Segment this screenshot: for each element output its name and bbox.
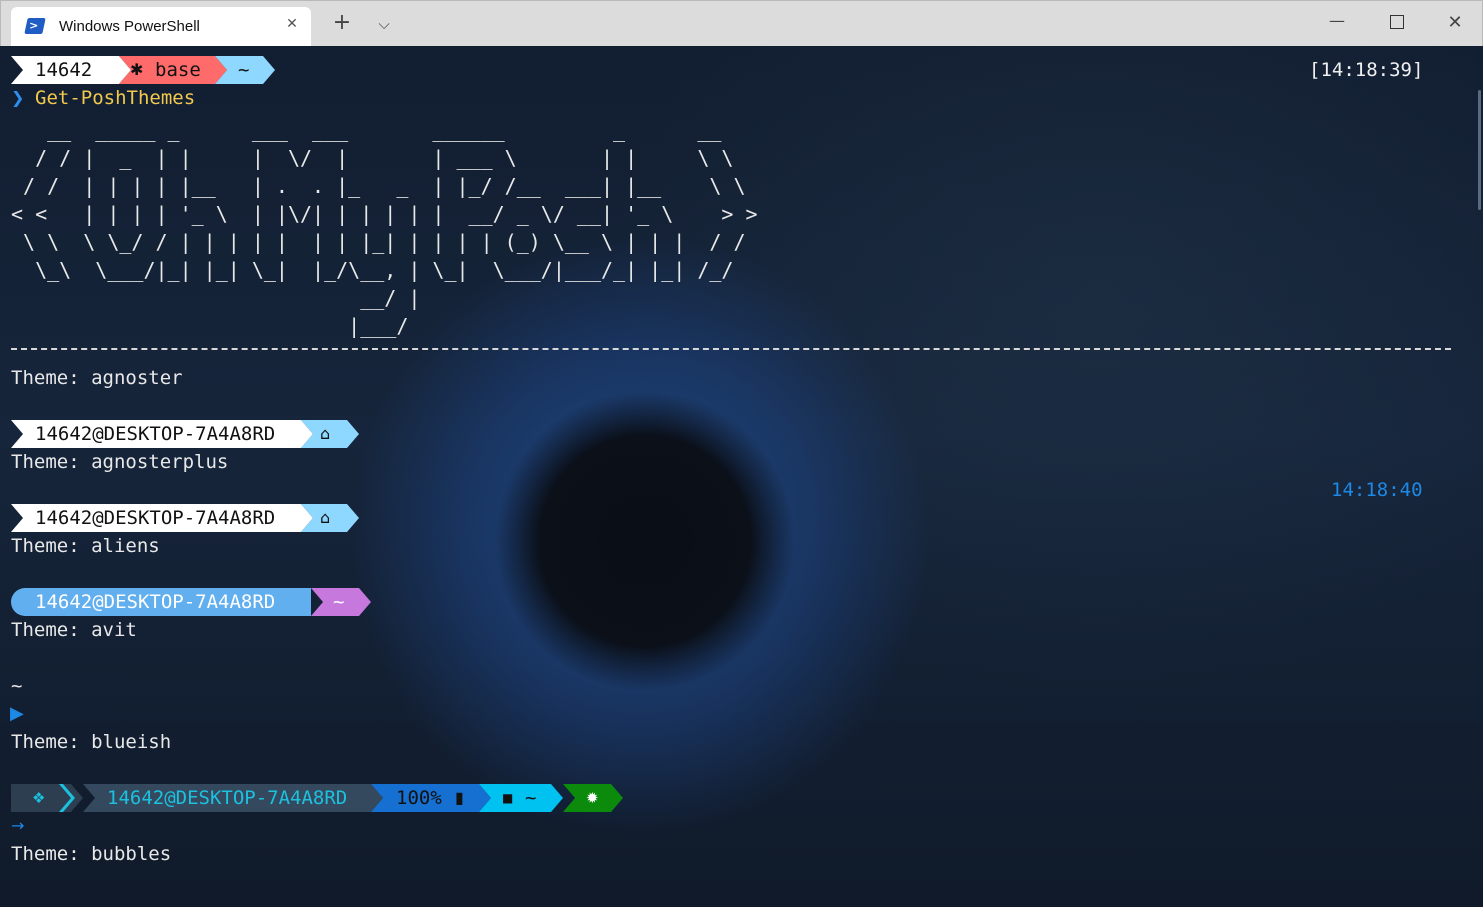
windows-icon: ❖: [32, 789, 46, 807]
minimize-button[interactable]: —: [1323, 11, 1351, 30]
theme-name-agnoster: Theme: agnoster: [11, 367, 183, 389]
prompt-chevron-icon: ❯: [11, 88, 25, 107]
chevron-down-icon[interactable]: ⌵: [373, 15, 395, 33]
aliens-time: 14:18:40: [1331, 479, 1423, 501]
separator-line: [11, 348, 1451, 350]
folder-icon: ■: [502, 791, 514, 805]
title-bar: > Windows PowerShell ✕ + ⌵ — ✕: [0, 0, 1483, 47]
close-tab-icon[interactable]: ✕: [283, 15, 301, 33]
aliens-user: 14642@DESKTOP-7A4A8RD: [35, 507, 276, 529]
prompt-path: ~: [238, 59, 250, 81]
prompt-user: 14642: [35, 59, 93, 81]
python-env-icon: ✱: [130, 60, 144, 79]
tab-windows-powershell[interactable]: > Windows PowerShell ✕: [11, 7, 311, 47]
theme-name-aliens: Theme: aliens: [11, 535, 160, 557]
terminal-area[interactable]: 14642 ✱ base ~ [14:18:39] ❯ Get-PoshThem…: [0, 46, 1483, 907]
home-icon: ⌂: [320, 508, 331, 527]
prompt-env: base: [155, 59, 201, 81]
maximize-icon: [1390, 15, 1404, 29]
bubbles-arrow-icon: →: [11, 816, 25, 835]
theme-name-avit: Theme: avit: [11, 619, 137, 641]
agnosterplus-user: 14642@DESKTOP-7A4A8RD: [35, 423, 276, 445]
battery-icon: ▮: [455, 788, 464, 807]
blueish-path: ~: [11, 675, 23, 697]
new-tab-button[interactable]: +: [331, 12, 353, 34]
blueish-arrow-icon: ▶: [10, 703, 24, 724]
prompt-time: [14:18:39]: [1309, 59, 1424, 81]
bubbles-user: 14642@DESKTOP-7A4A8RD: [107, 787, 348, 809]
path-segment-bg: [479, 784, 563, 812]
powershell-icon: >: [24, 18, 46, 34]
avit-path: ~: [333, 591, 345, 613]
theme-name-blueish: Theme: blueish: [11, 731, 172, 753]
tab-title: Windows PowerShell: [59, 18, 200, 35]
bubbles-path: ~: [525, 787, 537, 809]
maximize-button[interactable]: [1383, 14, 1411, 34]
command-text: Get-PoshThemes: [35, 87, 196, 109]
close-window-button[interactable]: ✕: [1441, 12, 1469, 33]
oh-my-posh-ascii-banner: __ _____ _ ___ ___ ______ _ __ / / | _ |…: [11, 118, 758, 338]
scrollbar[interactable]: [1478, 90, 1481, 210]
theme-name-agnosterplus: Theme: agnosterplus: [11, 451, 229, 473]
bubbles-battery: 100%: [396, 787, 442, 809]
home-icon: ⌂: [320, 424, 331, 443]
avit-user: 14642@DESKTOP-7A4A8RD: [35, 591, 276, 613]
git-status-icon: ✹: [586, 789, 599, 807]
theme-name-bubbles: Theme: bubbles: [11, 843, 172, 865]
